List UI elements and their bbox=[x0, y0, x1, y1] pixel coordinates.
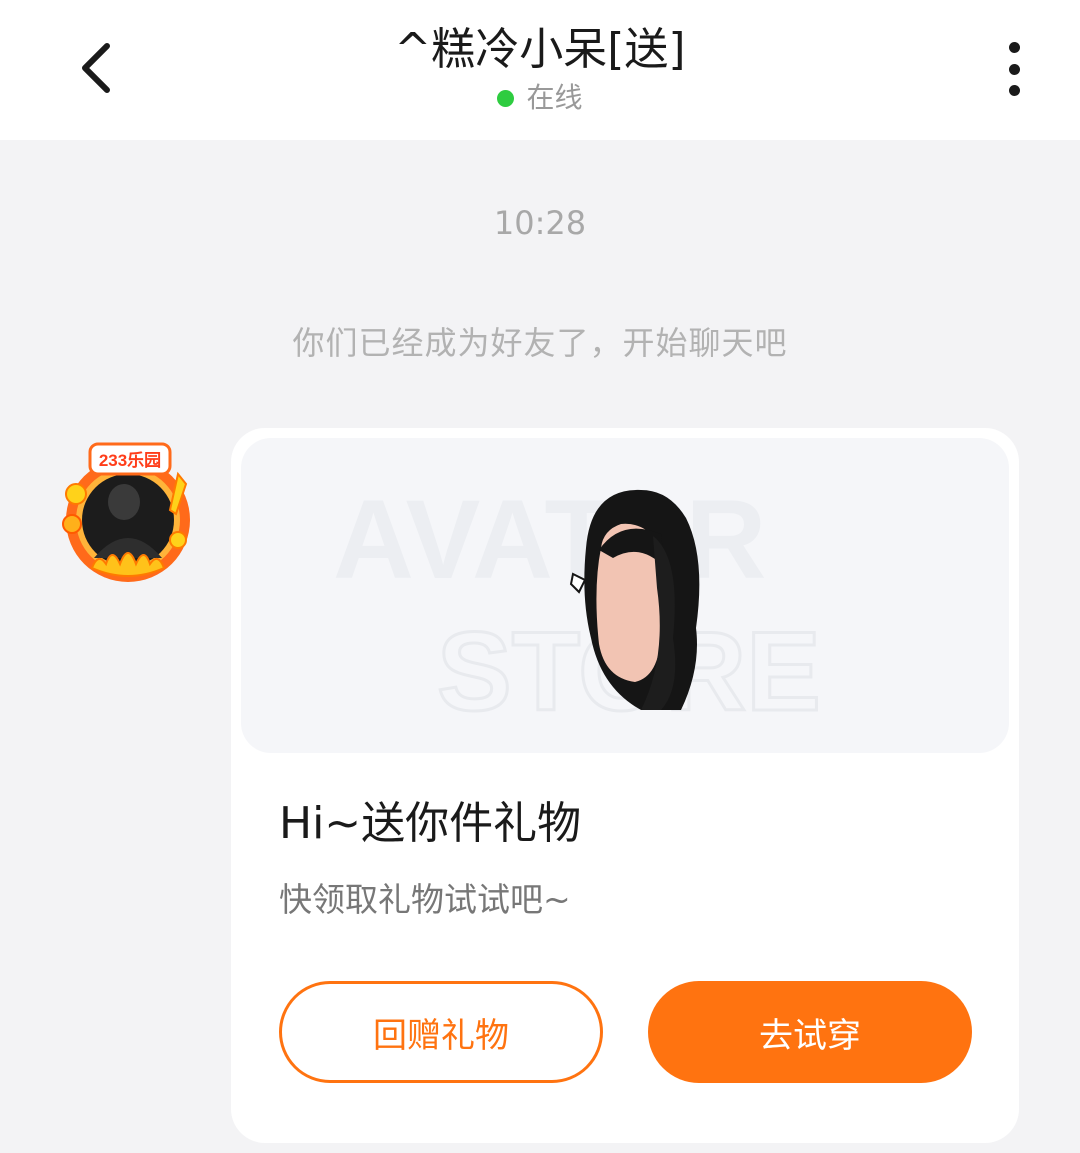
gift-card-subtitle: 快领取礼物试试吧~ bbox=[279, 880, 571, 919]
online-status-label: 在线 bbox=[526, 81, 583, 114]
more-options-button[interactable] bbox=[984, 36, 1044, 102]
online-status: 在线 bbox=[240, 80, 840, 116]
friend-added-system-message: 你们已经成为好友了，开始聊天吧 bbox=[292, 324, 788, 362]
gift-card-title: Hi~送你件礼物 bbox=[279, 798, 582, 849]
return-gift-button[interactable]: 回赠礼物 bbox=[279, 981, 603, 1083]
contact-name: ^糕冷小呆[送] bbox=[394, 24, 686, 75]
smiley-decoration-icon bbox=[65, 483, 87, 505]
chat-header: ^糕冷小呆[送] 在线 bbox=[0, 0, 1080, 140]
gift-message-card[interactable]: AVATAR STORE Hi~送你件礼物 快领取礼物试试吧~ 回赠礼物 去试穿 bbox=[231, 428, 1019, 1143]
233-paradise-badge: 233乐园 bbox=[88, 442, 172, 476]
chat-title-area: ^糕冷小呆[送] 在线 bbox=[240, 22, 840, 116]
badge-text: 233乐园 bbox=[99, 451, 161, 470]
more-vertical-icon-dot bbox=[1008, 63, 1020, 75]
try-on-button[interactable]: 去试穿 bbox=[648, 981, 972, 1083]
chevron-left-icon bbox=[82, 43, 110, 93]
more-vertical-icon-dot bbox=[1008, 85, 1020, 96]
sender-avatar[interactable]: 233乐园 bbox=[54, 440, 202, 588]
online-dot-icon bbox=[497, 89, 515, 107]
more-vertical-icon bbox=[1008, 42, 1020, 53]
back-button[interactable] bbox=[60, 30, 130, 106]
watermark-avatar: AVATAR bbox=[333, 477, 766, 602]
gift-preview-image[interactable]: AVATAR STORE bbox=[241, 438, 1009, 753]
message-timestamp: 10:28 bbox=[493, 204, 587, 242]
